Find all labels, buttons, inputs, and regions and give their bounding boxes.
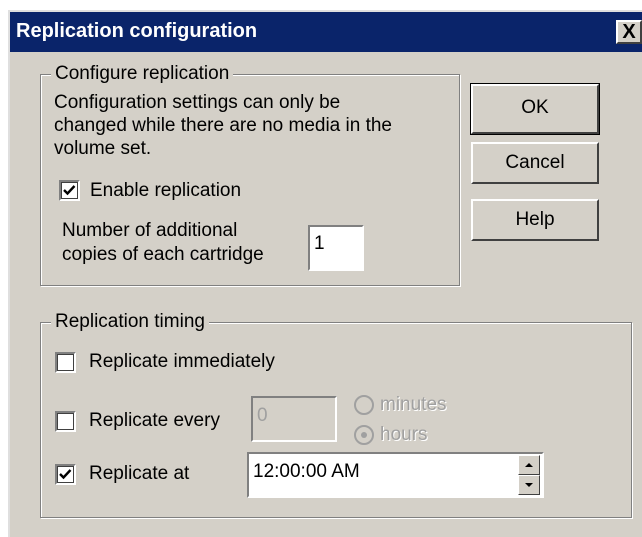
replicate-immediately-label[interactable]: Replicate immediately bbox=[89, 351, 275, 373]
spin-up-button[interactable] bbox=[518, 455, 540, 475]
window-title: Replication configuration bbox=[16, 20, 258, 42]
enable-replication-label[interactable]: Enable replication bbox=[90, 180, 241, 202]
replicate-every-input[interactable]: 0 bbox=[251, 396, 337, 442]
minutes-label[interactable]: minutes bbox=[380, 394, 447, 416]
radio-selected-dot bbox=[361, 432, 367, 438]
minutes-radio[interactable] bbox=[354, 395, 374, 415]
close-button[interactable]: X bbox=[616, 20, 642, 44]
hours-label[interactable]: hours bbox=[380, 424, 428, 446]
config-info-line3: volume set. bbox=[54, 138, 152, 159]
configure-replication-legend: Configure replication bbox=[51, 63, 234, 85]
hours-radio[interactable] bbox=[354, 425, 374, 445]
copies-input[interactable]: 1 bbox=[308, 225, 364, 271]
close-icon: X bbox=[622, 21, 636, 43]
cancel-button[interactable]: Cancel bbox=[471, 142, 599, 184]
replicate-at-checkbox[interactable] bbox=[55, 464, 76, 485]
arrow-down-icon bbox=[525, 483, 533, 487]
help-button[interactable]: Help bbox=[471, 199, 599, 241]
replication-timing-legend: Replication timing bbox=[51, 311, 209, 333]
ok-button[interactable]: OK bbox=[470, 83, 600, 135]
replicate-at-time-input[interactable]: 12:00:00 AM bbox=[247, 452, 544, 498]
replication-dialog: Replication configuration Configure repl… bbox=[8, 10, 642, 537]
copies-label-line1: Number of additional bbox=[62, 220, 238, 241]
arrow-up-icon bbox=[525, 463, 533, 467]
time-spinner[interactable] bbox=[518, 455, 540, 495]
copies-label-line2: copies of each cartridge bbox=[62, 244, 264, 265]
config-info-line1: Configuration settings can only be bbox=[54, 92, 341, 113]
check-icon bbox=[59, 469, 72, 480]
enable-replication-checkbox[interactable] bbox=[59, 180, 80, 201]
replicate-immediately-checkbox[interactable] bbox=[55, 352, 76, 373]
config-info-line2: changed while there are no media in the bbox=[54, 115, 393, 136]
spin-down-button[interactable] bbox=[518, 475, 540, 495]
check-icon bbox=[63, 185, 76, 196]
replicate-every-label[interactable]: Replicate every bbox=[89, 410, 220, 432]
title-bar: Replication configuration bbox=[10, 12, 642, 52]
replicate-at-label[interactable]: Replicate at bbox=[89, 463, 189, 485]
replicate-every-checkbox[interactable] bbox=[55, 411, 76, 432]
